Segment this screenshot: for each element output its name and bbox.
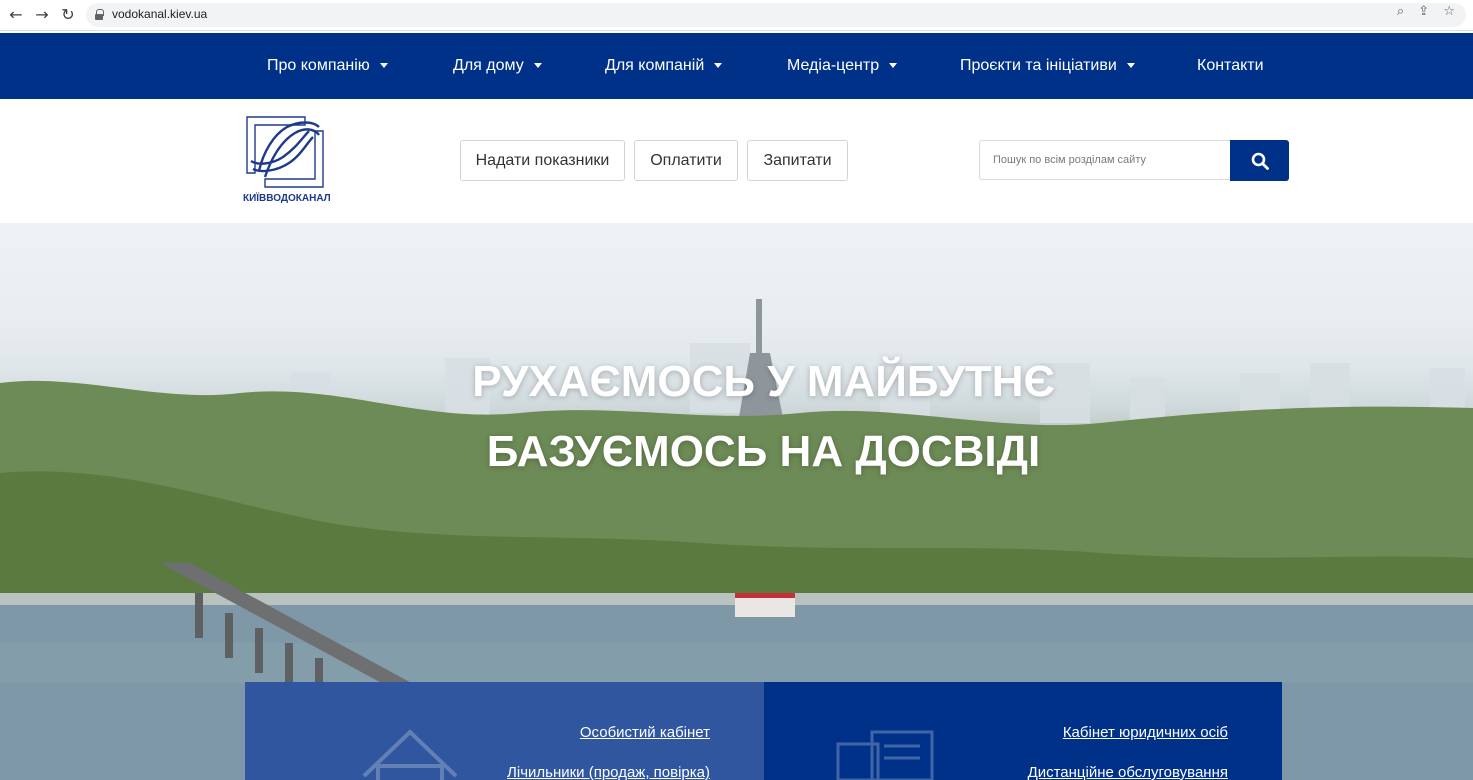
nav-item-label: Проєкти та ініціативи xyxy=(960,57,1117,74)
star-icon[interactable]: ☆ xyxy=(1443,4,1455,19)
personal-account-link[interactable]: Особистий кабінет xyxy=(580,724,710,741)
submit-readings-button[interactable]: Надати показники xyxy=(460,140,625,181)
nav-item-label: Контакти xyxy=(1197,57,1264,74)
search-icon xyxy=(1251,152,1269,170)
caret-down-icon xyxy=(1126,63,1135,69)
logo-emblem-icon xyxy=(246,116,324,188)
pay-button[interactable]: Оплатити xyxy=(634,140,738,181)
reload-icon[interactable]: ↻ xyxy=(58,5,78,25)
legal-entities-cabinet-link[interactable]: Кабінет юридичних осіб xyxy=(1063,724,1228,741)
caret-down-icon xyxy=(533,63,542,69)
nav-item-about[interactable]: Про компанію xyxy=(267,57,388,75)
browser-toolbar: ← → ↻ vodokanal.kiev.ua ⌕ ⇪ ☆ xyxy=(0,0,1473,31)
building-icon xyxy=(836,730,934,780)
house-icon xyxy=(362,729,458,780)
logo-text: КИЇВВОДОКАНАЛ xyxy=(243,193,331,204)
nav-item-label: Для дому xyxy=(453,57,524,74)
personal-services-card: Особистий кабінет Лічильники (продаж, по… xyxy=(245,682,764,780)
main-navigation: Про компанію Для дому Для компаній Медіа… xyxy=(0,33,1473,99)
zoom-icon[interactable]: ⌕ xyxy=(1397,4,1404,19)
forward-arrow-icon[interactable]: → xyxy=(32,5,52,25)
nav-item-media[interactable]: Медіа-центр xyxy=(787,57,898,75)
nav-item-contacts[interactable]: Контакти xyxy=(1197,57,1264,75)
search-button[interactable] xyxy=(1230,140,1289,181)
caret-down-icon xyxy=(379,63,388,69)
remote-service-link[interactable]: Дистанційне обслуговування xyxy=(1028,764,1228,780)
hero-title-line2: БАЗУЄМОСЬ НА ДОСВІДІ xyxy=(486,427,1041,476)
nav-item-companies[interactable]: Для компаній xyxy=(605,57,723,75)
lock-icon xyxy=(95,9,104,20)
back-arrow-icon[interactable]: ← xyxy=(6,5,26,25)
site-header: КИЇВВОДОКАНАЛ Надати показники Оплатити … xyxy=(0,99,1473,223)
meters-link[interactable]: Лічильники (продаж, повірка) xyxy=(507,764,710,780)
nav-item-label: Про компанію xyxy=(267,57,370,74)
caret-down-icon xyxy=(889,63,898,69)
hero-title-line1: РУХАЄМОСЬ У МАЙБУТНЄ xyxy=(472,357,1055,406)
search-input[interactable] xyxy=(979,140,1231,180)
nav-item-projects[interactable]: Проєкти та ініціативи xyxy=(960,57,1135,75)
logo[interactable]: КИЇВВОДОКАНАЛ xyxy=(243,113,331,205)
nav-item-label: Для компаній xyxy=(605,57,705,74)
nav-item-home[interactable]: Для дому xyxy=(453,57,542,75)
address-bar[interactable]: vodokanal.kiev.ua xyxy=(86,3,1466,27)
share-icon[interactable]: ⇪ xyxy=(1418,4,1429,19)
nav-item-label: Медіа-центр xyxy=(787,57,880,74)
browser-actions: ⌕ ⇪ ☆ xyxy=(1387,4,1455,19)
url-text: vodokanal.kiev.ua xyxy=(112,7,208,21)
business-services-card: Кабінет юридичних осіб Дистанційне обслу… xyxy=(764,682,1282,780)
ask-button[interactable]: Запитати xyxy=(747,140,848,181)
caret-down-icon xyxy=(714,63,723,69)
